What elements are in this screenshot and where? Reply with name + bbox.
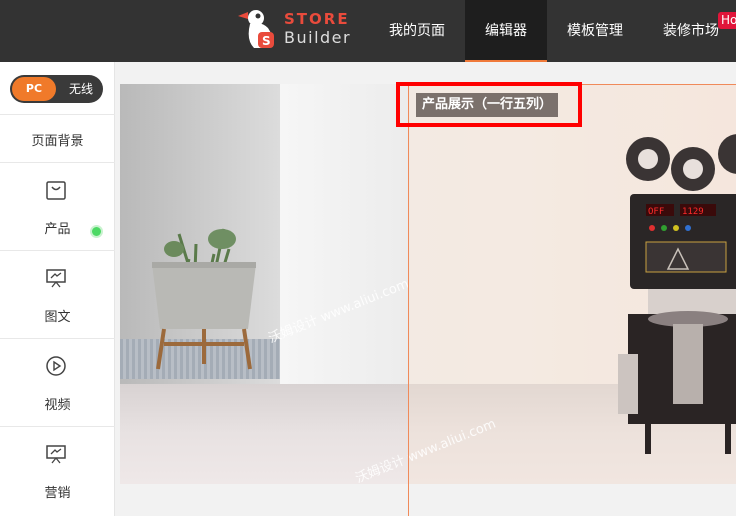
- device-toggle[interactable]: PC 无线: [10, 75, 103, 103]
- nav-template-management[interactable]: 模板管理: [554, 0, 636, 62]
- sidebar-item-page-background[interactable]: 页面背景: [0, 114, 115, 162]
- sidebar-item-graphic-text[interactable]: 图文: [0, 250, 115, 338]
- top-navigation-bar: S STORE Builder 我的页面 编辑器 模板管理 装修市场 Ho: [0, 0, 736, 62]
- status-indicator-dot: [90, 225, 103, 238]
- play-icon: [46, 356, 66, 376]
- presentation-icon: [46, 269, 66, 288]
- nav-decoration-market[interactable]: 装修市场: [650, 0, 732, 62]
- pc-toggle-option[interactable]: PC: [12, 77, 56, 101]
- sidebar-item-label: 视频: [44, 398, 71, 413]
- svg-text:S: S: [262, 34, 271, 48]
- nav-my-pages[interactable]: 我的页面: [376, 0, 458, 62]
- highlight-annotation-box: [396, 82, 582, 127]
- logo-text-store: STORE: [284, 10, 350, 28]
- sidebar-item-label: 图文: [44, 310, 71, 325]
- component-sidebar: PC 无线 页面背景 产品 图文 视频 营销: [0, 62, 115, 516]
- sidebar-item-video[interactable]: 视频: [0, 338, 115, 426]
- selected-module-outline[interactable]: [408, 84, 736, 516]
- sidebar-item-label: 营销: [44, 486, 71, 501]
- hot-badge: Ho: [718, 12, 736, 29]
- store-builder-logo[interactable]: S STORE Builder: [236, 6, 356, 54]
- logo-mascot-icon: S: [238, 10, 274, 48]
- sidebar-item-label: 页面背景: [31, 134, 84, 149]
- shopping-bag-icon: [46, 181, 66, 200]
- wireless-toggle-option[interactable]: 无线: [62, 75, 100, 103]
- sidebar-item-marketing[interactable]: 营销: [0, 426, 115, 516]
- presentation-icon: [46, 445, 66, 464]
- nav-editor[interactable]: 编辑器: [465, 0, 547, 62]
- background-wall-panel: [280, 84, 410, 384]
- plant-decoration-image: [152, 228, 256, 370]
- logo-text-builder: Builder: [284, 28, 352, 47]
